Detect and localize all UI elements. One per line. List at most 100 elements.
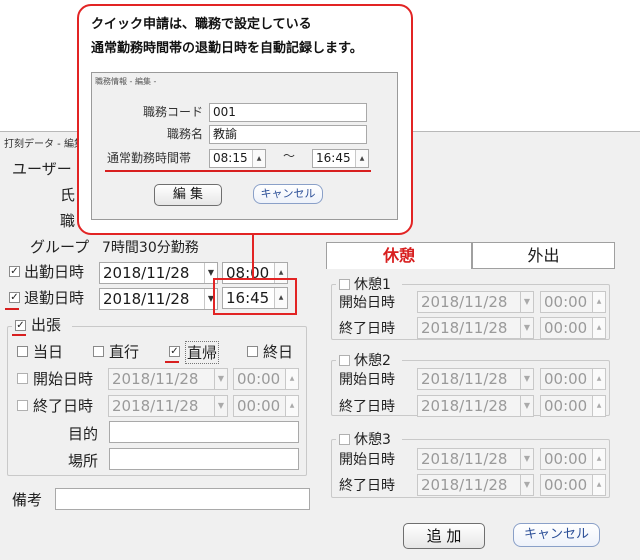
tab-break[interactable]: 休憩	[326, 242, 472, 269]
spinner-arrows-icon[interactable]: ▲▼	[592, 369, 605, 389]
trip-same-day-checkbox[interactable]	[17, 346, 28, 357]
break2-start-date-picker[interactable]: 2018/11/28 ▼	[417, 368, 534, 390]
trip-same-day-label: 当日	[33, 343, 64, 361]
trip-direct-go-label: 直行	[109, 343, 140, 361]
break3-end-time-spinner[interactable]: 00:00 ▲▼	[540, 474, 606, 496]
add-button[interactable]: 追 加	[403, 523, 485, 549]
spinner-arrows-icon[interactable]: ▲▼	[252, 150, 265, 167]
spinner-arrows-icon[interactable]: ▲▼	[592, 292, 605, 312]
trip-start-date-picker[interactable]: 2018/11/28 ▼	[108, 368, 228, 390]
dropdown-arrow-icon[interactable]: ▼	[214, 396, 227, 416]
dialog-title: 職務情報 - 編集 -	[95, 77, 157, 86]
business-trip-checkbox[interactable]: ✓	[15, 320, 26, 331]
break2-end-time-spinner[interactable]: 00:00 ▲▼	[540, 395, 606, 417]
break2-start-date-value: 2018/11/28	[421, 370, 508, 388]
tab-outing[interactable]: 外出	[472, 242, 615, 269]
cancel-button[interactable]: キャンセル	[513, 523, 600, 547]
attendance-date-value: 2018/11/28	[103, 264, 190, 282]
break1-start-time-spinner[interactable]: 00:00 ▲▼	[540, 291, 606, 313]
job-code-label: 職務コード	[143, 105, 204, 119]
spinner-arrows-icon[interactable]: ▲▼	[592, 396, 605, 416]
spinner-arrows-icon[interactable]: ▲▼	[592, 449, 605, 469]
group-label: グループ	[30, 238, 90, 256]
break1-end-time-spinner[interactable]: 00:00 ▲▼	[540, 317, 606, 339]
trip-start-date-value: 2018/11/28	[112, 370, 199, 388]
break3-start-date-picker[interactable]: 2018/11/28 ▼	[417, 448, 534, 470]
break3-end-label: 終了日時	[339, 478, 395, 494]
range-tilde: ～	[283, 149, 296, 163]
break3-checkbox[interactable]	[339, 434, 350, 445]
dropdown-arrow-icon[interactable]: ▼	[520, 292, 533, 312]
regular-hours-end-spinner[interactable]: 16:45 ▲▼	[312, 149, 369, 168]
dropdown-arrow-icon[interactable]: ▼	[520, 318, 533, 338]
name-label: 氏	[60, 186, 76, 204]
dropdown-arrow-icon[interactable]: ▼	[214, 369, 227, 389]
break3-end-time-value: 00:00	[544, 476, 588, 494]
spinner-arrows-icon[interactable]: ▲▼	[274, 288, 287, 308]
regular-hours-start-spinner[interactable]: 08:15 ▲▼	[209, 149, 266, 168]
trip-direct-return-checkbox[interactable]: ✓	[169, 346, 180, 357]
break1-label: 休憩1	[354, 277, 391, 293]
break1-end-time-value: 00:00	[544, 319, 588, 337]
job-name-input[interactable]: 教諭	[209, 125, 367, 144]
break1-start-time-value: 00:00	[544, 293, 588, 311]
trip-start-label: 開始日時	[33, 370, 94, 388]
break2-checkbox[interactable]	[339, 355, 350, 366]
break3-start-time-spinner[interactable]: 00:00 ▲▼	[540, 448, 606, 470]
business-trip-label: 出張	[31, 316, 62, 334]
dropdown-arrow-icon[interactable]: ▼	[520, 449, 533, 469]
note-input[interactable]	[55, 488, 310, 510]
break2-label: 休憩2	[354, 353, 391, 369]
job-info-edit-dialog: 職務情報 - 編集 - 職務コード 001 職務名 教諭 通常勤務時間帯 08:…	[91, 72, 398, 220]
break1-end-date-picker[interactable]: 2018/11/28 ▼	[417, 317, 534, 339]
trip-end-time-spinner[interactable]: 00:00 ▲▼	[233, 395, 299, 417]
trip-start-time-spinner[interactable]: 00:00 ▲▼	[233, 368, 299, 390]
purpose-input[interactable]	[109, 421, 299, 443]
trip-direct-return-label: 直帰	[185, 341, 220, 364]
highlight-underline	[5, 308, 19, 310]
break3-end-date-picker[interactable]: 2018/11/28 ▼	[417, 474, 534, 496]
trip-direct-go-checkbox[interactable]	[93, 346, 104, 357]
place-input[interactable]	[109, 448, 299, 470]
spinner-arrows-icon[interactable]: ▲▼	[592, 318, 605, 338]
break1-checkbox[interactable]	[339, 279, 350, 290]
break2-end-date-value: 2018/11/28	[421, 397, 508, 415]
group-value: 7時間30分勤務	[102, 240, 199, 256]
regular-hours-label: 通常勤務時間帯	[107, 151, 192, 165]
trip-end-time-value: 00:00	[237, 397, 281, 415]
break1-end-date-value: 2018/11/28	[421, 319, 508, 337]
spinner-arrows-icon[interactable]: ▲▼	[285, 369, 298, 389]
dialog-cancel-button[interactable]: キャンセル	[253, 184, 323, 204]
spinner-arrows-icon[interactable]: ▲▼	[355, 150, 368, 167]
dropdown-arrow-icon[interactable]: ▼	[520, 475, 533, 495]
leave-checkbox[interactable]: ✓	[9, 292, 20, 303]
dropdown-arrow-icon[interactable]: ▼	[520, 369, 533, 389]
job-code-input[interactable]: 001	[209, 103, 367, 122]
break1-start-date-value: 2018/11/28	[421, 293, 508, 311]
edit-button[interactable]: 編 集	[154, 184, 222, 206]
leave-time-spinner[interactable]: 16:45 ▲▼	[222, 287, 288, 309]
trip-start-checkbox[interactable]	[17, 373, 28, 384]
callout-pointer	[252, 233, 254, 279]
trip-end-date-picker[interactable]: 2018/11/28 ▼	[108, 395, 228, 417]
spinner-arrows-icon[interactable]: ▲▼	[285, 396, 298, 416]
spinner-arrows-icon[interactable]: ▲▼	[592, 475, 605, 495]
break2-end-date-picker[interactable]: 2018/11/28 ▼	[417, 395, 534, 417]
break3-end-date-value: 2018/11/28	[421, 476, 508, 494]
user-label: ユーザー	[12, 160, 72, 178]
leave-date-picker[interactable]: 2018/11/28 ▼	[99, 288, 218, 310]
attendance-date-picker[interactable]: 2018/11/28 ▼	[99, 262, 218, 284]
place-label: 場所	[68, 452, 99, 470]
leave-date-value: 2018/11/28	[103, 290, 190, 308]
callout-line-1: クイック申請は、職務で設定している	[91, 17, 312, 32]
break2-start-time-spinner[interactable]: 00:00 ▲▼	[540, 368, 606, 390]
attendance-checkbox[interactable]: ✓	[9, 266, 20, 277]
break1-start-date-picker[interactable]: 2018/11/28 ▼	[417, 291, 534, 313]
trip-end-checkbox[interactable]	[17, 400, 28, 411]
leave-label: 退勤日時	[24, 289, 85, 307]
break2-start-label: 開始日時	[339, 372, 395, 388]
break3-start-date-value: 2018/11/28	[421, 450, 508, 468]
dropdown-arrow-icon[interactable]: ▼	[520, 396, 533, 416]
break2-end-time-value: 00:00	[544, 397, 588, 415]
trip-full-day-checkbox[interactable]	[247, 346, 258, 357]
